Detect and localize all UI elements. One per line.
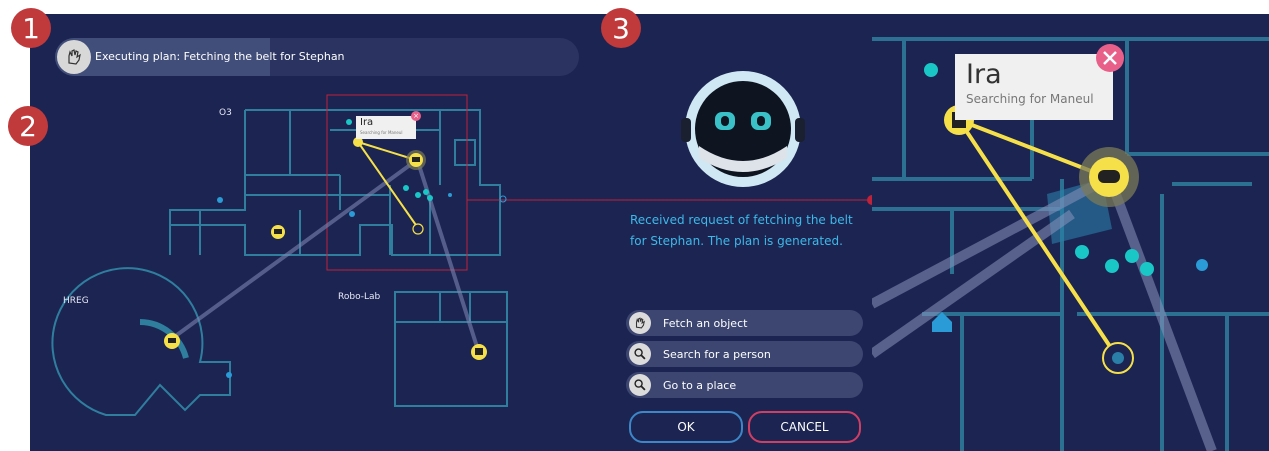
search-person-action[interactable]: Search for a person <box>626 341 863 367</box>
go-to-place-action[interactable]: Go to a place <box>626 372 863 398</box>
robot-trail <box>168 163 412 342</box>
robot-icon-detail <box>168 338 176 343</box>
robot-icon-detail <box>475 348 483 355</box>
person-dot <box>1140 262 1154 276</box>
person-dot <box>924 63 938 77</box>
robot-icon-detail <box>1098 170 1120 183</box>
fetch-object-label: Fetch an object <box>663 316 748 330</box>
robot-message: Received request of fetching the belt fo… <box>630 213 853 248</box>
ira-popup-name: Ira <box>360 117 374 128</box>
map-marker <box>448 193 452 197</box>
o3-building-outline <box>169 109 501 256</box>
cancel-button[interactable]: CANCEL <box>748 411 861 443</box>
zoom-popup-name: Ira <box>966 59 1002 90</box>
search-icon <box>629 343 651 365</box>
hreg-outline <box>51 267 231 416</box>
hreg-label: HREG <box>63 296 89 306</box>
map-marker <box>226 372 232 378</box>
robot-avatar <box>681 71 805 187</box>
robot-trail <box>872 174 1110 309</box>
person-dot <box>346 119 352 125</box>
fetch-object-action[interactable]: Fetch an object <box>626 310 863 336</box>
hand-icon <box>629 312 651 334</box>
target-location-center <box>1112 352 1124 364</box>
go-to-place-label: Go to a place <box>663 378 737 392</box>
popup-close-glyph: × <box>413 112 419 120</box>
o3-room <box>454 139 476 166</box>
person-dot <box>427 195 433 201</box>
robot-icon-detail <box>274 229 282 234</box>
step-badge-1: 1 <box>11 8 51 48</box>
robo-lab-outline <box>394 291 508 407</box>
person-dot <box>1075 245 1089 259</box>
person-dot <box>1105 259 1119 273</box>
ok-button[interactable]: OK <box>629 411 743 443</box>
step-badge-2: 2 <box>8 106 48 146</box>
hand-icon <box>57 40 91 74</box>
o3-label: O3 <box>219 108 232 118</box>
step-badge-3: 3 <box>601 8 641 48</box>
zoomed-map[interactable] <box>872 14 1269 451</box>
map-marker <box>1196 259 1208 271</box>
zoom-popup-status: Searching for Maneul <box>966 92 1094 106</box>
person-dot <box>403 185 409 191</box>
search-person-label: Search for a person <box>663 347 771 361</box>
person-dot <box>423 189 429 195</box>
robot-icon-detail <box>412 157 420 162</box>
map-marker <box>217 197 223 203</box>
target-location <box>412 223 424 235</box>
robo-lab-label: Robo-Lab <box>338 292 381 302</box>
plan-status-text: Executing plan: Fetching the belt for St… <box>95 50 345 63</box>
ira-popup-status: Searching for Maneul <box>360 130 403 135</box>
person-dot <box>1125 249 1139 263</box>
plan-status-bar: Executing plan: Fetching the belt for St… <box>55 38 579 76</box>
search-icon <box>629 374 651 396</box>
map-marker <box>349 211 355 217</box>
person-dot <box>415 192 421 198</box>
